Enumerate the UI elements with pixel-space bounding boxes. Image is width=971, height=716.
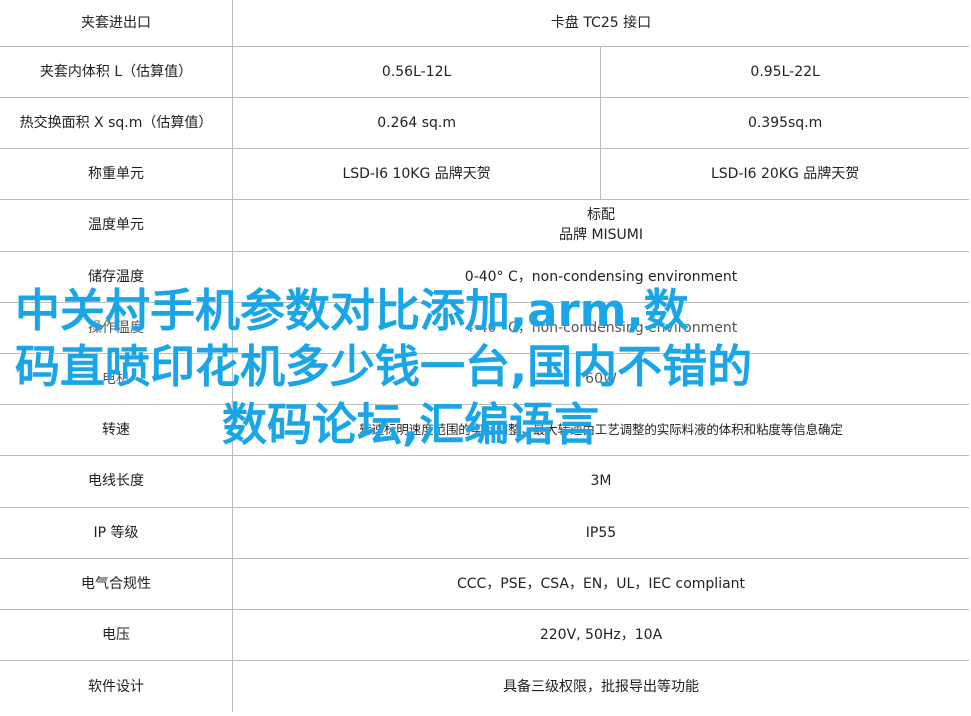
row-value: 220V, 50Hz，10A (232, 609, 969, 662)
row-value-b: 0.395sq.m (600, 97, 969, 150)
row-value: 0-40° C，non-condensing environment (232, 251, 969, 303)
row-label: 热交换面积 X sq.m（估算值） (0, 97, 233, 150)
row-value-a: 0.264 sq.m (232, 97, 602, 150)
row-label: 电压 (0, 609, 233, 662)
table-row: 称重单元 LSD-I6 10KG 品牌天贺 LSD-I6 20KG 品牌天贺 (0, 148, 969, 201)
row-label: 电线长度 (0, 455, 233, 508)
spec-table: 夹套进出口 卡盘 TC25 接口 夹套内体积 L（估算值） 0.56L-12L … (0, 0, 969, 712)
table-row: IP 等级 IP55 (0, 507, 969, 559)
row-value: 转速标明速度范围的实际调整，最大转速由工艺调整的实际料液的体积和粘度等信息确定 (232, 404, 969, 457)
row-label: 软件设计 (0, 660, 233, 712)
row-value: CCC，PSE，CSA，EN，UL，IEC compliant (232, 558, 969, 610)
row-label: 转速 (0, 404, 233, 457)
row-label: 夹套内体积 L（估算值） (0, 46, 233, 98)
table-row: 操作温度 4-40° C，non-condensing environment (0, 302, 969, 354)
row-value-line: 品牌 MISUMI (559, 227, 643, 244)
table-row: 电压 220V, 50Hz，10A (0, 609, 969, 662)
table-row: 转速 转速标明速度范围的实际调整，最大转速由工艺调整的实际料液的体积和粘度等信息… (0, 404, 969, 457)
row-value: 60W (232, 353, 969, 406)
table-row: 电线长度 3M (0, 455, 969, 508)
table-row: 电气合规性 CCC，PSE，CSA，EN，UL，IEC compliant (0, 558, 969, 610)
row-label: 操作温度 (0, 302, 233, 354)
row-value: 卡盘 TC25 接口 (232, 0, 969, 47)
row-value-a: LSD-I6 10KG 品牌天贺 (232, 148, 602, 201)
row-label: IP 等级 (0, 507, 233, 559)
row-label: 温度单元 (0, 199, 233, 252)
row-value-b: LSD-I6 20KG 品牌天贺 (600, 148, 969, 201)
table-row: 夹套内体积 L（估算值） 0.56L-12L 0.95L-22L (0, 46, 969, 98)
table-row: 电机 60W (0, 353, 969, 406)
row-value: 标配 品牌 MISUMI (232, 199, 969, 252)
row-value-a: 0.56L-12L (232, 46, 602, 98)
table-row: 软件设计 具备三级权限，批报导出等功能 (0, 660, 969, 712)
row-value: 4-40° C，non-condensing environment (232, 302, 969, 354)
row-label: 称重单元 (0, 148, 233, 201)
table-row: 夹套进出口 卡盘 TC25 接口 (0, 0, 969, 47)
row-value-line: 标配 (587, 207, 615, 224)
row-value: 3M (232, 455, 969, 508)
row-value: IP55 (232, 507, 969, 559)
row-label: 电气合规性 (0, 558, 233, 610)
table-row: 热交换面积 X sq.m（估算值） 0.264 sq.m 0.395sq.m (0, 97, 969, 150)
table-row: 温度单元 标配 品牌 MISUMI (0, 199, 969, 252)
row-label: 夹套进出口 (0, 0, 233, 47)
row-label: 电机 (0, 353, 233, 406)
row-label: 储存温度 (0, 251, 233, 303)
row-value-b: 0.95L-22L (600, 46, 969, 98)
row-value: 具备三级权限，批报导出等功能 (503, 678, 699, 695)
table-row: 储存温度 0-40° C，non-condensing environment (0, 251, 969, 303)
